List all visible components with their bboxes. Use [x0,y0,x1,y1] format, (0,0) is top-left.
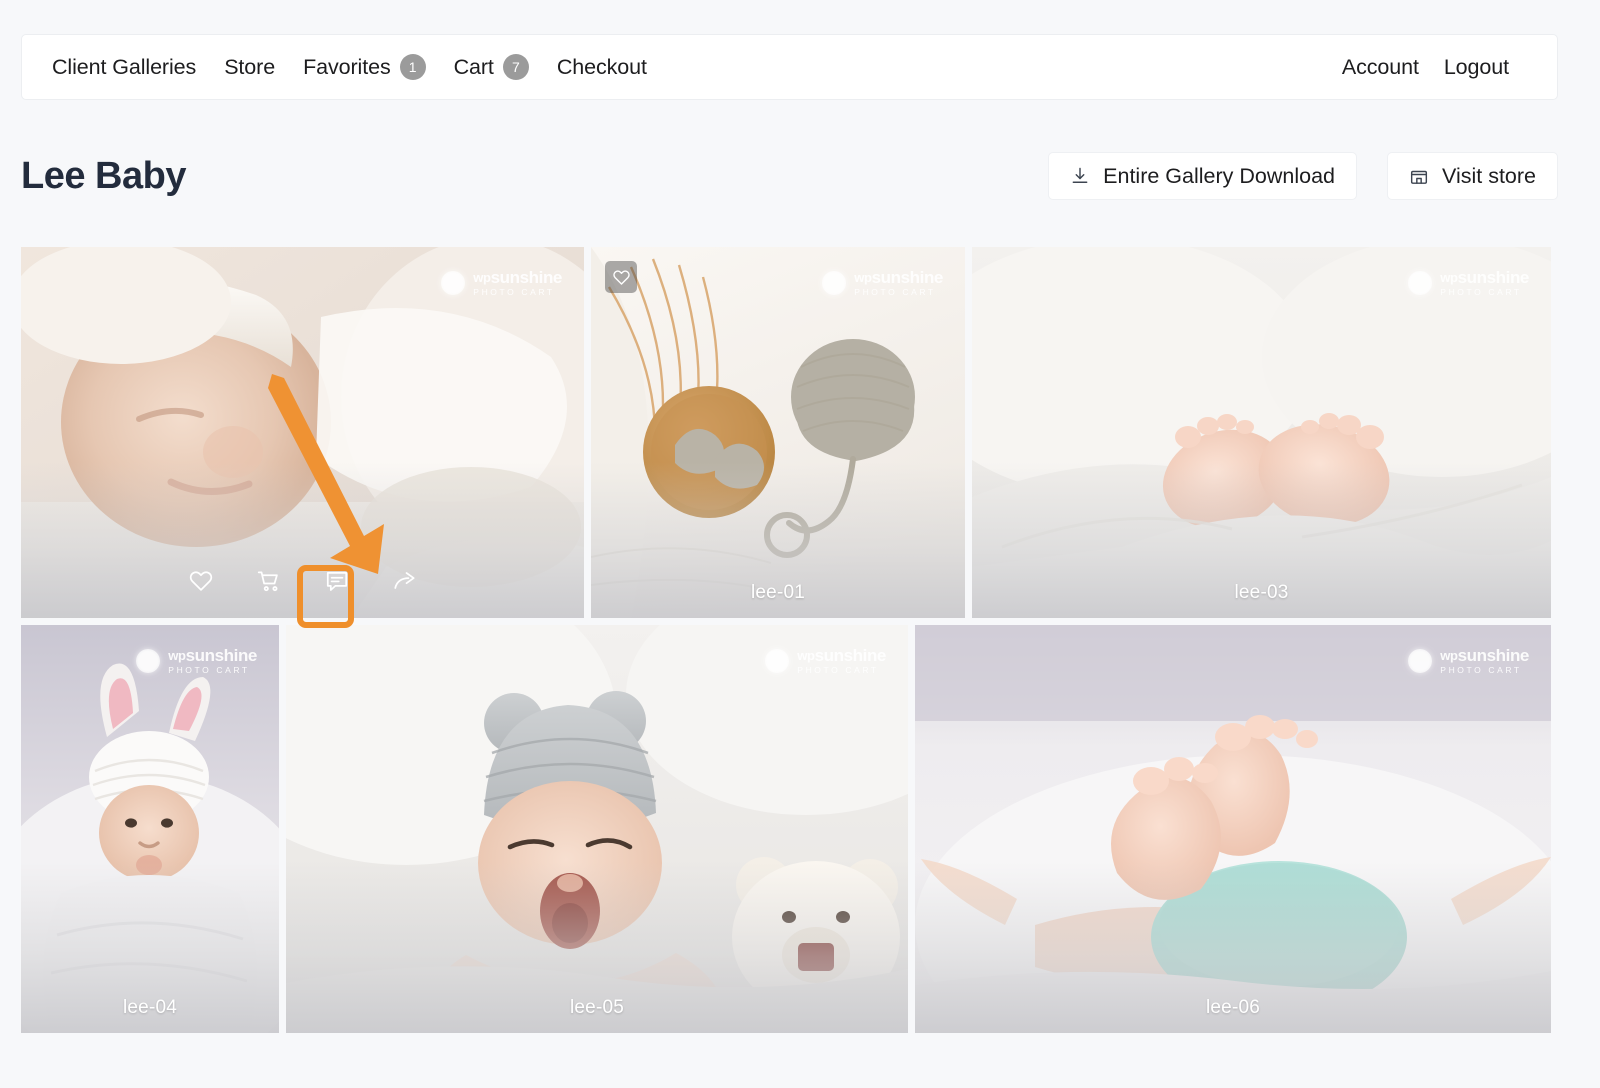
store-icon [1409,166,1429,186]
entire-gallery-download-label: Entire Gallery Download [1103,163,1335,188]
main-navbar: Client Galleries Store Favorites 1 Cart … [21,34,1558,100]
visit-store-button[interactable]: Visit store [1387,152,1558,200]
nav-item-store[interactable]: Store [224,55,275,80]
nav-label-favorites: Favorites [303,54,391,79]
tile-caption-lee-04: lee-04 [122,997,178,1018]
share-action[interactable] [388,564,422,598]
tile-action-bar [21,564,584,598]
navbar-left-group: Client Galleries Store Favorites 1 Cart … [52,54,647,80]
gallery-tile-lee-03[interactable]: wpsunshine PHOTO CART lee-03 [972,247,1551,618]
photo-lee-03 [972,247,1551,618]
photo-sleeping-baby [21,247,584,618]
nav-item-checkout[interactable]: Checkout [557,55,647,80]
nav-label-store: Store [224,54,276,79]
download-icon [1070,166,1090,186]
photo-lee-06 [915,625,1551,1033]
photo-lee-01 [591,247,965,618]
gallery-tile-lee-04[interactable]: wpsunshine PHOTO CART lee-04 [21,625,279,1033]
share-icon [393,572,415,589]
nav-item-favorites[interactable]: Favorites 1 [303,54,426,80]
gallery-row-1: wpsunshine PHOTO CART wpsunshine PHOTO C… [21,247,1558,618]
favorite-action[interactable] [184,564,218,598]
tile-caption-lee-06: lee-06 [1205,997,1261,1018]
nav-item-account[interactable]: Account [1342,55,1419,80]
gallery-page: Client Galleries Store Favorites 1 Cart … [0,0,1600,1088]
heart-icon [189,571,212,591]
nav-label-logout: Logout [1443,54,1509,79]
nav-item-cart[interactable]: Cart 7 [454,54,529,80]
nav-label-checkout: Checkout [556,54,647,79]
page-title: Lee Baby [21,154,186,197]
nav-label-client-galleries: Client Galleries [52,54,197,79]
tile-caption-lee-01: lee-01 [750,582,806,603]
cart-count-badge: 7 [502,54,529,80]
heart-icon [612,269,630,285]
comment-icon [326,572,347,591]
gallery-tile-1[interactable]: wpsunshine PHOTO CART [21,247,584,618]
cart-icon [257,571,278,592]
tile-favorite-button[interactable] [605,261,637,293]
gallery-tile-lee-05[interactable]: wpsunshine PHOTO CART lee-05 [286,625,908,1033]
header-actions: Entire Gallery Download Visit store [1048,152,1558,200]
entire-gallery-download-button[interactable]: Entire Gallery Download [1048,152,1357,200]
gallery-row-2: wpsunshine PHOTO CART lee-04 wpsunshine … [21,625,1558,1033]
nav-item-client-galleries[interactable]: Client Galleries [52,55,196,80]
tile-caption-lee-05: lee-05 [569,997,625,1018]
add-to-cart-action[interactable] [252,564,286,598]
photo-lee-04 [21,625,279,1033]
gallery-tile-lee-01[interactable]: wpsunshine PHOTO CART lee-01 [591,247,965,618]
gallery-tile-lee-06[interactable]: wpsunshine PHOTO CART lee-06 [915,625,1551,1033]
gallery-header: Lee Baby Entire Gallery Download Visit s… [21,140,1558,212]
nav-item-logout[interactable]: Logout [1444,55,1509,80]
tile-caption-lee-03: lee-03 [1234,582,1289,603]
comment-action[interactable] [320,564,354,598]
photo-lee-05 [286,625,908,1033]
photo-gallery-grid: wpsunshine PHOTO CART wpsunshine PHOTO C… [21,247,1558,1033]
favorites-count-badge: 1 [399,54,426,80]
nav-label-account: Account [1341,54,1419,79]
nav-label-cart: Cart [453,54,494,79]
visit-store-label: Visit store [1442,163,1536,188]
navbar-right-group: Account Logout [1342,55,1509,80]
